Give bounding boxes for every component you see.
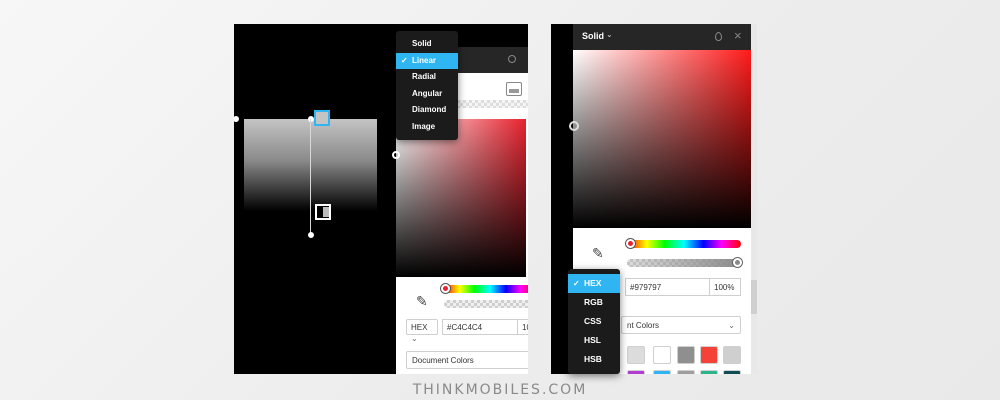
swatch[interactable] [700, 370, 718, 374]
swatch[interactable] [677, 370, 695, 374]
opacity-slider[interactable] [627, 259, 741, 267]
menu-item-hex[interactable]: HEX [568, 274, 620, 293]
gradient-stop-start[interactable] [314, 110, 330, 126]
color-format-value: HEX [411, 323, 428, 332]
hue-slider[interactable] [444, 285, 528, 293]
scrollbar-thumb[interactable] [751, 280, 757, 314]
saturation-value-picker[interactable] [396, 119, 526, 277]
fill-type-menu: Solid Linear Radial Angular Diamond Imag… [396, 31, 458, 140]
left-screenshot: ✎ HEX ⌄ #C4C4C4 10 Document Colors Solid… [234, 24, 528, 374]
site-watermark: THINKMOBILES.COM [412, 382, 588, 398]
color-library-select[interactable]: nt Colors ⌄ [621, 316, 741, 334]
menu-item-hsb[interactable]: HSB [568, 350, 620, 369]
selection-handle-left[interactable] [234, 116, 239, 122]
swatch[interactable] [700, 346, 718, 364]
fill-type-dropdown[interactable]: Solid [582, 31, 604, 41]
chevron-down-icon: ⌄ [411, 334, 418, 343]
drop-icon[interactable] [508, 55, 516, 63]
opacity-input[interactable]: 10 [517, 319, 528, 335]
close-icon[interactable]: × [734, 28, 742, 44]
swatch[interactable] [723, 370, 741, 374]
swatch[interactable] [627, 346, 645, 364]
color-format-select[interactable]: HEX ⌄ [406, 319, 438, 343]
swatch[interactable] [653, 346, 671, 364]
menu-item-diamond[interactable]: Diamond [396, 102, 458, 119]
menu-item-rgb[interactable]: RGB [568, 293, 620, 312]
menu-item-image[interactable]: Image [396, 119, 458, 136]
menu-item-solid[interactable]: Solid [396, 36, 458, 53]
chevron-down-icon[interactable]: ⌄ [606, 30, 613, 39]
menu-item-css[interactable]: CSS [568, 312, 620, 331]
sv-picker-knob[interactable] [569, 121, 579, 131]
opacity-slider[interactable] [444, 300, 528, 308]
side-scroll-area [751, 24, 757, 374]
eyedropper-icon[interactable]: ✎ [416, 293, 428, 310]
hex-input[interactable]: #C4C4C4 [442, 319, 518, 335]
gradient-stop-end[interactable] [315, 204, 331, 220]
color-library-select[interactable]: Document Colors [406, 351, 528, 369]
swatch[interactable] [677, 346, 695, 364]
saturation-value-picker[interactable] [573, 50, 751, 228]
eyedropper-icon[interactable]: ✎ [592, 245, 604, 262]
menu-item-hsl[interactable]: HSL [568, 331, 620, 350]
hue-slider-knob[interactable] [626, 239, 635, 248]
swatch[interactable] [653, 370, 671, 374]
opacity-input[interactable]: 100% [709, 278, 741, 296]
image-fill-icon[interactable] [506, 82, 522, 96]
hex-input[interactable]: #979797 [625, 278, 711, 296]
menu-item-angular[interactable]: Angular [396, 86, 458, 103]
hue-slider[interactable] [627, 240, 741, 248]
swatch[interactable] [723, 346, 741, 364]
chevron-down-icon: ⌄ [728, 321, 735, 330]
color-format-menu: HEX RGB CSS HSL HSB [568, 269, 620, 374]
sv-picker-knob[interactable] [392, 151, 400, 159]
panel-header: Solid ⌄ × [573, 24, 751, 50]
gradient-axis-line [310, 119, 311, 236]
hue-slider-knob[interactable] [441, 284, 450, 293]
opacity-slider-knob[interactable] [733, 258, 742, 267]
menu-item-radial[interactable]: Radial [396, 69, 458, 86]
menu-item-linear[interactable]: Linear [396, 52, 458, 69]
gradient-axis-end-handle[interactable] [308, 232, 314, 238]
color-library-value: nt Colors [627, 321, 660, 330]
drop-icon[interactable] [715, 32, 722, 41]
swatch[interactable] [627, 370, 645, 374]
